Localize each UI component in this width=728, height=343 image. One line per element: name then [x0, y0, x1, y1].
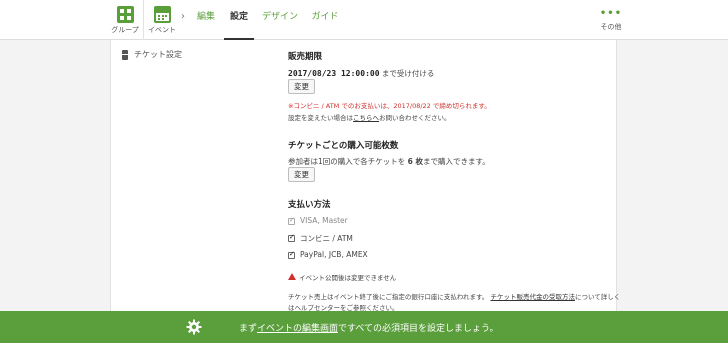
purchase-limit-change-button[interactable]: 変更 [288, 167, 315, 182]
group-nav-label: グループ [111, 26, 139, 34]
sales-period-heading: 販売期限 [288, 52, 323, 62]
tab-settings[interactable]: 設定 [224, 0, 254, 40]
payout-info-suffix: について詳しく [574, 293, 621, 301]
ticket-icon [122, 49, 128, 60]
purchase-limit-unit: 枚 [412, 157, 423, 166]
purchase-limit-heading: チケットごとの購入可能枚数 [288, 141, 399, 151]
sidebar-item-label: チケット設定 [134, 50, 182, 59]
purchase-limit-text: 参加者は1回の購入で各チケットを 6 枚まで購入できます。 [288, 156, 490, 167]
reminder-suffix: ですべての必須項目を設定しましょう。 [338, 324, 499, 334]
setup-reminder-text: まずイベントの編集画面ですべての必須項目を設定しましょう。 [239, 321, 499, 334]
payment-label-convenience: コンビニ / ATM [300, 234, 353, 243]
sales-period-suffix: まで受け付ける [379, 69, 435, 78]
payment-checkbox-convenience[interactable] [288, 233, 295, 242]
payment-checkbox-paypal[interactable] [288, 250, 295, 259]
more-dots-icon: ••• [599, 8, 623, 19]
calendar-icon [153, 6, 171, 23]
edit-page-link[interactable]: イベントの編集画面 [257, 324, 338, 334]
payout-method-link[interactable]: チケット販売代金の受取方法 [490, 293, 575, 301]
sales-period-datetime: 2017/08/23 12:00:00 [288, 69, 380, 78]
payment-checkbox-card [288, 216, 295, 225]
more-menu-button[interactable]: ••• その他 [598, 8, 624, 32]
tab-guide[interactable]: ガイド [310, 0, 340, 40]
top-navigation: グループ イベント › 編集 設定 デザイン ガイド ••• その他 [0, 0, 728, 40]
help-prefix: 設定を変えたい場合は [288, 114, 353, 122]
event-nav-label: イベント [148, 26, 176, 34]
event-nav-button[interactable]: イベント [146, 6, 178, 35]
breadcrumb-chevron-icon: › [181, 11, 185, 22]
payment-label-paypal: PayPal, JCB, AMEX [300, 250, 368, 259]
tab-edit[interactable]: 編集 [194, 0, 218, 40]
sales-period-value: 2017/08/23 12:00:00 まで受け付ける [288, 68, 434, 79]
payment-label-card: VISA, Master [300, 216, 348, 225]
nav-divider [143, 0, 144, 40]
setup-reminder-bar: まずイベントの編集画面ですべての必須項目を設定しましょう。 [0, 311, 728, 343]
purchase-limit-suffix: まで購入できます。 [423, 157, 490, 166]
gear-icon [186, 319, 202, 335]
sales-period-change-button[interactable]: 変更 [288, 79, 315, 94]
sidebar-item-ticket-settings[interactable]: チケット設定 [122, 49, 182, 60]
warning-icon [288, 273, 296, 280]
group-icon [116, 6, 134, 23]
group-nav-button[interactable]: グループ [109, 6, 141, 35]
payout-info-prefix: チケット売上はイベント終了後にご指定の銀行口座に支払われます。 [288, 293, 489, 301]
purchase-limit-prefix: 参加者は1回の購入で各チケットを [288, 157, 408, 166]
payment-methods-heading: 支払い方法 [288, 200, 331, 210]
payment-warning: イベント公開後は変更できません [299, 274, 397, 282]
contact-link[interactable]: こちらへ [353, 114, 379, 122]
help-suffix: お問い合わせください。 [379, 114, 451, 122]
more-menu-label: その他 [600, 23, 622, 31]
settings-panel: チケット設定 販売期限 2017/08/23 12:00:00 まで受け付ける … [110, 40, 620, 320]
payout-info-line1: チケット売上はイベント終了後にご指定の銀行口座に支払われます。 チケット販売代金… [288, 291, 620, 301]
sales-period-help: 設定を変えたい場合はこちらへお問い合わせください。 [288, 112, 451, 122]
reminder-prefix: まず [239, 324, 258, 334]
tab-design[interactable]: デザイン [262, 0, 298, 40]
payment-deadline-notice: ※コンビニ / ATM でのお支払いは、2017/08/22 で締め切られます。 [288, 102, 491, 110]
